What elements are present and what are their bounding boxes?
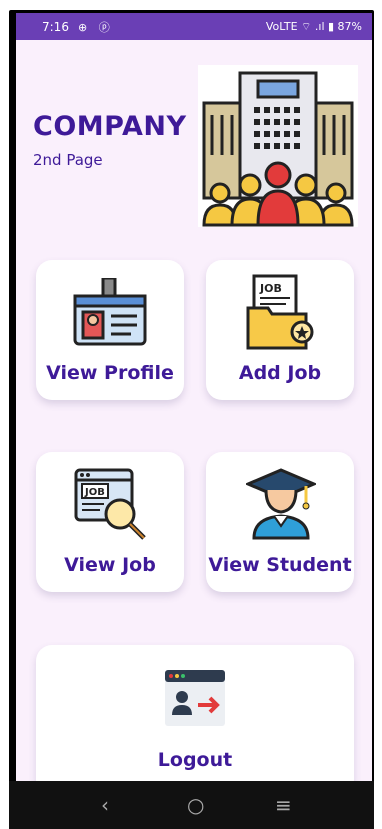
status-bar: 7:16 ⊕ ⓟ VoLTE ⌔ .ıl ▮ 87% (16, 13, 372, 40)
job-search-icon: JOB (74, 468, 150, 548)
view-profile-card[interactable]: View Profile (36, 260, 184, 400)
view-student-card[interactable]: View Student (206, 452, 354, 592)
logout-label: Logout (157, 749, 233, 771)
system-nav-bar: ‹ ○ ≡ (9, 781, 374, 829)
add-job-card[interactable]: JOB Add Job (206, 260, 354, 400)
view-profile-label: View Profile (46, 362, 174, 384)
status-time: 7:16 (42, 20, 69, 34)
company-building-icon (198, 65, 358, 227)
logout-card[interactable]: Logout (36, 645, 354, 781)
back-button[interactable]: ‹ (101, 793, 109, 817)
page-title: COMPANY (33, 111, 187, 142)
view-job-label: View Job (64, 554, 156, 576)
job-doc-text: JOB (259, 282, 282, 295)
view-job-card[interactable]: JOB View Job (36, 452, 184, 592)
add-job-label: Add Job (238, 362, 322, 384)
job-doc-text: JOB (84, 487, 105, 498)
id-badge-icon (73, 276, 147, 352)
logout-icon (164, 669, 226, 731)
graduate-student-icon (244, 468, 318, 544)
page-subtitle: 2nd Page (33, 151, 103, 169)
app-screen: 7:16 ⊕ ⓟ VoLTE ⌔ .ıl ▮ 87% COMPANY 2nd P… (16, 13, 372, 781)
notification-icons: ⊕ ⓟ (78, 21, 114, 34)
recents-button[interactable]: ≡ (275, 793, 292, 817)
view-student-label: View Student (208, 554, 352, 576)
home-button[interactable]: ○ (187, 793, 204, 817)
job-folder-icon: JOB (246, 274, 316, 356)
status-indicators: VoLTE ⌔ .ıl ▮ 87% (265, 20, 362, 33)
